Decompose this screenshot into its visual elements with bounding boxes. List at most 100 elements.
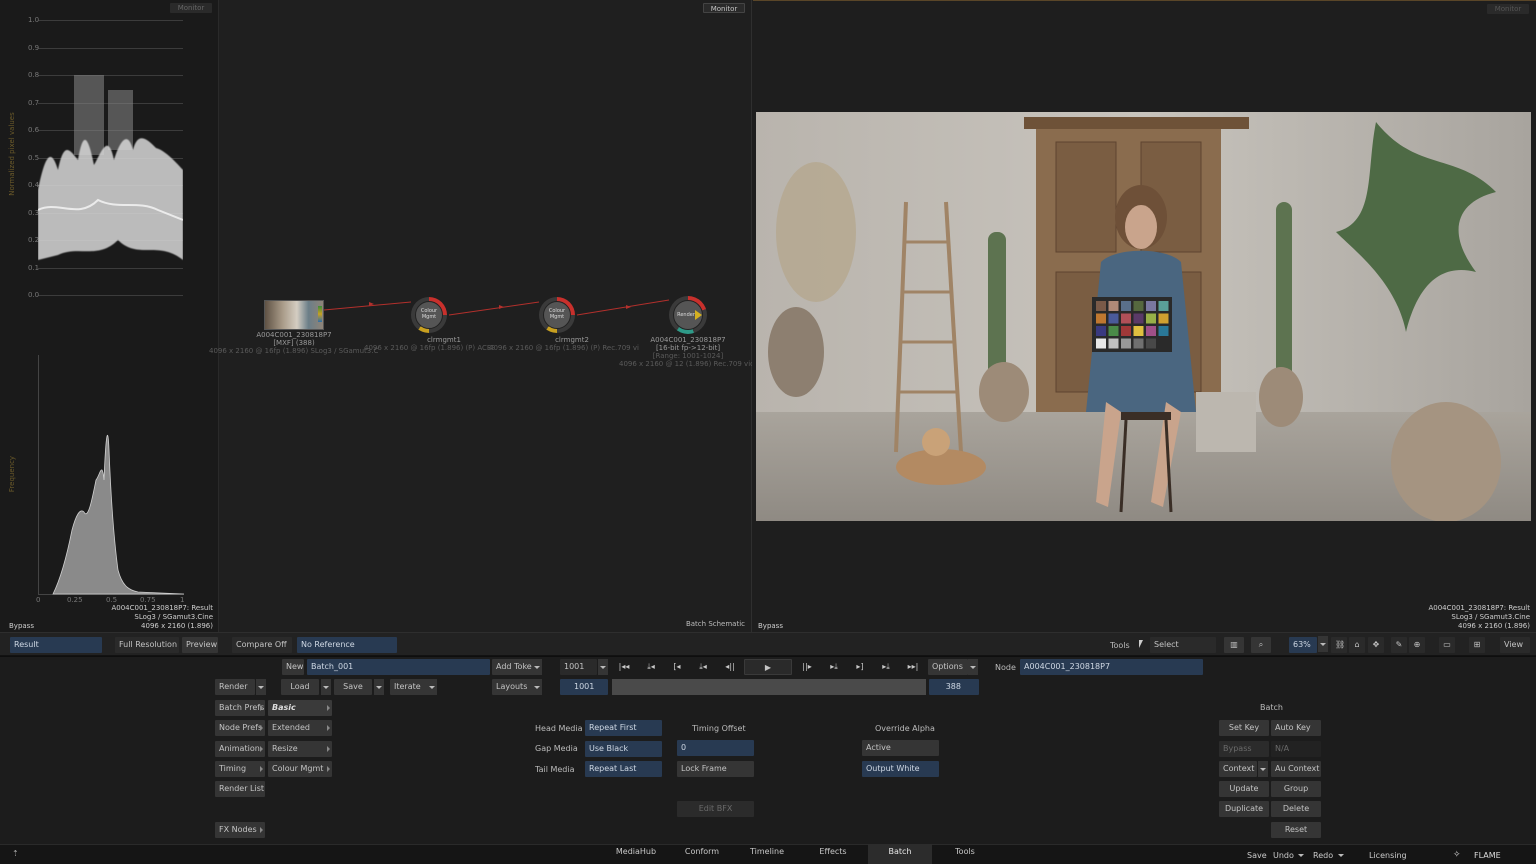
move-icon[interactable]: ✥: [1368, 637, 1384, 653]
save-dropdown[interactable]: [374, 679, 384, 695]
status-licensing[interactable]: Licensing: [1369, 851, 1407, 860]
range-start-field[interactable]: 1001: [560, 679, 608, 695]
zoom-level[interactable]: 63%: [1289, 637, 1317, 653]
options-dropdown[interactable]: [968, 659, 978, 675]
tail-media-select[interactable]: Repeat Last: [585, 761, 662, 777]
node-prefs-extended[interactable]: Extended: [268, 720, 332, 736]
view-menu[interactable]: View: [1500, 637, 1530, 653]
tab-timeline[interactable]: Timeline: [744, 844, 790, 864]
lock-frame-button[interactable]: Lock Frame: [677, 761, 754, 777]
full-resolution-button[interactable]: Full Resolution: [115, 637, 179, 653]
context-button[interactable]: Context: [1219, 761, 1257, 777]
options-button[interactable]: Options: [928, 659, 968, 675]
go-start-icon[interactable]: |◂◂: [613, 659, 635, 675]
next-key-icon[interactable]: ▸⤓: [823, 659, 845, 675]
tab-mediahub[interactable]: MediaHub: [612, 844, 660, 864]
batch-name-field[interactable]: Batch_001: [307, 659, 490, 675]
save-button[interactable]: Save: [334, 679, 372, 695]
compare-button[interactable]: Compare Off: [232, 637, 292, 653]
frame-field[interactable]: 1001: [560, 659, 597, 675]
redo-dropdown[interactable]: [1336, 847, 1346, 863]
expand-icon[interactable]: ⇡: [12, 849, 19, 858]
active-toggle[interactable]: Active: [862, 740, 939, 756]
node-name-field[interactable]: A004C001_230818P7: [1020, 659, 1203, 675]
preview-button[interactable]: Preview: [182, 637, 218, 653]
node-prefs-menu[interactable]: Node Prefs: [215, 720, 265, 736]
batch-schematic[interactable]: Monitor A004C001_230818P7 [MXF] (388) 40…: [209, 0, 752, 632]
split-view-icon[interactable]: ▥: [1224, 637, 1244, 653]
tab-effects[interactable]: Effects: [810, 844, 856, 864]
reference-selector[interactable]: No Reference: [297, 637, 397, 653]
timing-colour-mgmt[interactable]: Colour Mgmt: [268, 761, 332, 777]
result-selector[interactable]: Result: [10, 637, 102, 653]
context-dropdown[interactable]: [1258, 761, 1268, 777]
fx-nodes-button[interactable]: FX Nodes: [215, 822, 265, 838]
batch-prefs-menu[interactable]: Batch Prefs: [215, 700, 265, 716]
target-icon[interactable]: ⊕: [1409, 637, 1425, 653]
prev-key-icon[interactable]: ⤓◂: [692, 659, 714, 675]
clrmgmt1-info: 4096 x 2160 @ 16fp (1.896) (P) ACEScg: [364, 344, 494, 352]
timeline-scrubber[interactable]: [612, 679, 926, 695]
iterate-dropdown[interactable]: [427, 679, 437, 695]
prev-mark-icon[interactable]: ⤓◂: [640, 659, 662, 675]
add-token-dropdown[interactable]: [532, 659, 542, 675]
undo-dropdown[interactable]: [1296, 847, 1306, 863]
auto-key-button[interactable]: Auto Key: [1271, 720, 1321, 736]
group-button[interactable]: Group: [1271, 781, 1321, 797]
set-key-button[interactable]: Set Key: [1219, 720, 1269, 736]
load-dropdown[interactable]: [321, 679, 331, 695]
clip-node-thumbnail[interactable]: [264, 300, 324, 330]
animation-resize[interactable]: Resize: [268, 741, 332, 757]
status-save[interactable]: Save: [1247, 851, 1267, 860]
batch-prefs-basic[interactable]: Basic: [268, 700, 332, 716]
load-button[interactable]: Load: [281, 679, 319, 695]
frame-dropdown[interactable]: [598, 659, 608, 675]
render-list-button[interactable]: Render List: [215, 781, 265, 797]
head-media-select[interactable]: Repeat First: [585, 720, 662, 736]
search-icon[interactable]: ⌕: [1251, 637, 1271, 653]
viewer-bypass[interactable]: Bypass: [758, 622, 783, 630]
tab-conform[interactable]: Conform: [679, 844, 725, 864]
animation-menu[interactable]: Animation: [215, 741, 265, 757]
tab-tools[interactable]: Tools: [942, 844, 988, 864]
gap-media-select[interactable]: Use Black: [585, 741, 662, 757]
monitor-toggle-right[interactable]: Monitor: [1487, 4, 1529, 14]
duplicate-button[interactable]: Duplicate: [1219, 801, 1269, 817]
timing-offset-field[interactable]: 0: [677, 740, 754, 756]
display-icon[interactable]: ▭: [1439, 637, 1455, 653]
render-button[interactable]: Render: [215, 679, 255, 695]
status-undo[interactable]: Undo: [1273, 851, 1294, 860]
in-point-icon[interactable]: [◂: [666, 659, 688, 675]
step-back-icon[interactable]: ◂||: [719, 659, 741, 675]
next-mark-icon[interactable]: ▸⤓: [875, 659, 897, 675]
timing-menu[interactable]: Timing: [215, 761, 265, 777]
play-button[interactable]: ▶: [744, 659, 792, 675]
tab-batch[interactable]: Batch: [868, 844, 932, 864]
out-point-icon[interactable]: ▸]: [849, 659, 871, 675]
link-icon[interactable]: ⛓: [1331, 637, 1347, 653]
au-context-button[interactable]: Au Context: [1271, 761, 1321, 777]
status-redo[interactable]: Redo: [1313, 851, 1333, 860]
monitor-toggle-left[interactable]: Monitor: [170, 3, 212, 13]
overlay-icon[interactable]: ⊞: [1469, 637, 1485, 653]
go-end-icon[interactable]: ▸▸|: [902, 659, 924, 675]
picker-icon[interactable]: ✎: [1391, 637, 1407, 653]
zoom-dropdown[interactable]: [1318, 636, 1328, 652]
step-forward-icon[interactable]: ||▸: [796, 659, 818, 675]
output-white-select[interactable]: Output White: [862, 761, 939, 777]
range-end-field[interactable]: 388: [929, 679, 979, 695]
render-play-icon: [695, 310, 702, 320]
update-button[interactable]: Update: [1219, 781, 1269, 797]
layouts-dropdown[interactable]: [532, 679, 542, 695]
reset-button[interactable]: Reset: [1271, 822, 1321, 838]
bypass-button[interactable]: Bypass: [1219, 741, 1269, 757]
home-icon[interactable]: ⌂: [1349, 637, 1365, 653]
new-button[interactable]: New: [282, 659, 304, 675]
scopes-bypass[interactable]: Bypass: [9, 622, 34, 630]
render-dropdown[interactable]: [256, 679, 266, 695]
select-tool[interactable]: Select: [1150, 637, 1216, 653]
edit-bfx-button[interactable]: Edit BFX: [677, 801, 754, 817]
iterate-button[interactable]: Iterate: [390, 679, 428, 695]
delete-button[interactable]: Delete: [1271, 801, 1321, 817]
viewer-panel[interactable]: Monitor A004C001_230818P7: Result SLog3 …: [753, 0, 1536, 632]
